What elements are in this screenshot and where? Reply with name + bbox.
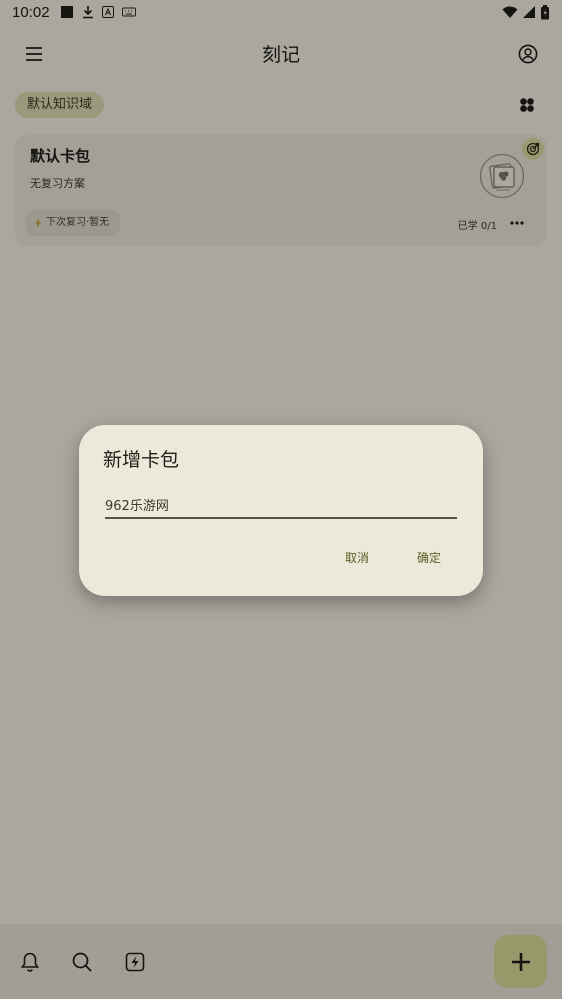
- cancel-button[interactable]: 取消: [345, 549, 369, 566]
- confirm-button[interactable]: 确定: [417, 549, 441, 566]
- deck-name-input[interactable]: [105, 496, 457, 519]
- new-deck-dialog: 新增卡包 取消 确定: [79, 425, 483, 596]
- dialog-title: 新增卡包: [103, 449, 180, 471]
